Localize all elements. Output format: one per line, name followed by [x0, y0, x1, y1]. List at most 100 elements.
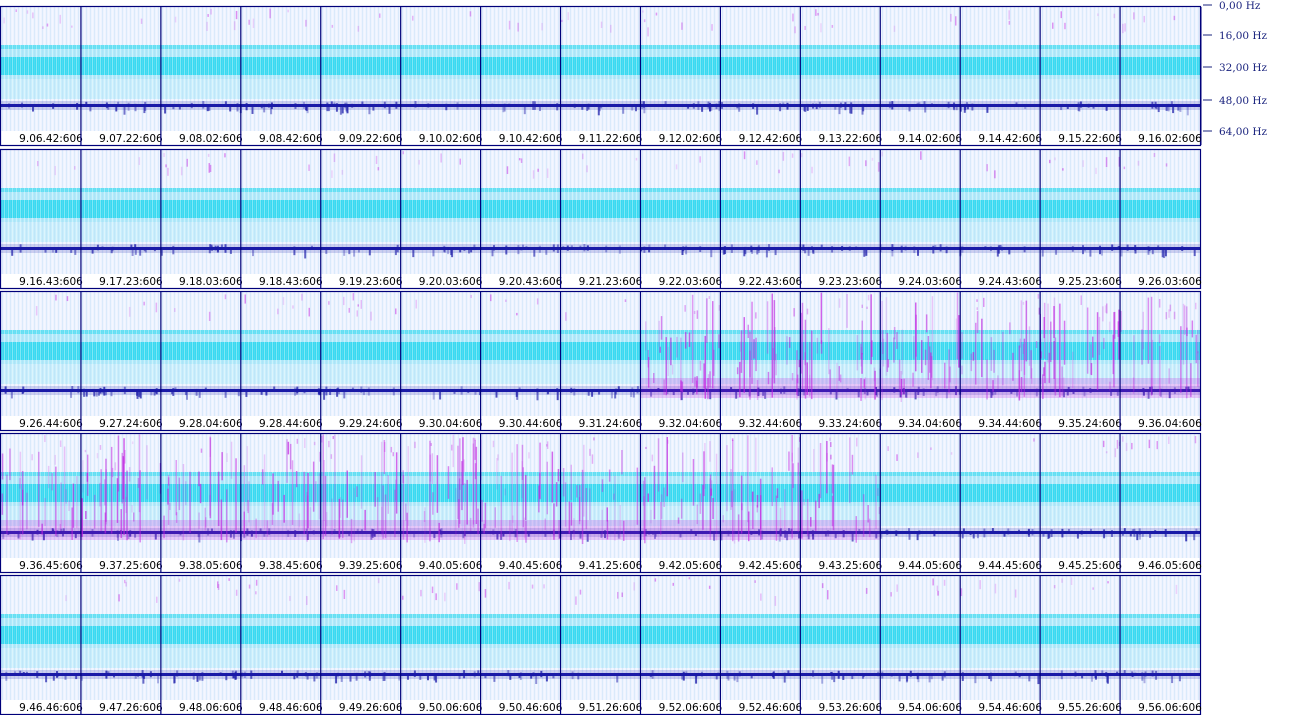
noise-speckle	[474, 438, 476, 441]
noise-speckle	[821, 674, 824, 684]
noise-speckle	[546, 444, 548, 447]
noise-speckle	[1111, 530, 1113, 538]
noise-speckle	[979, 580, 981, 590]
burst-mark	[867, 505, 869, 523]
burst-mark	[221, 452, 223, 481]
time-label: 9.23.23:606	[818, 276, 882, 288]
noise-speckle	[118, 594, 120, 602]
noise-speckle	[1165, 105, 1168, 111]
burst-mark	[466, 479, 468, 525]
noise-speckle	[1023, 246, 1026, 253]
time-label: 9.52.46:606	[739, 702, 803, 714]
noise-speckle	[621, 592, 623, 598]
noise-speckle	[583, 244, 586, 252]
noise-speckle	[502, 106, 505, 113]
noise-speckle	[916, 531, 919, 541]
noise-speckle	[893, 25, 896, 32]
burst-mark	[831, 464, 834, 494]
noise-speckle	[370, 311, 372, 321]
noise-speckle	[241, 672, 244, 678]
noise-speckle	[75, 673, 78, 680]
burst-mark	[198, 471, 200, 487]
burst-mark	[771, 467, 773, 507]
noise-speckle	[208, 311, 211, 321]
burst-mark	[461, 461, 463, 511]
noise-speckle	[923, 101, 926, 105]
noise-speckle	[556, 391, 559, 401]
time-label: 9.27.24:606	[99, 418, 163, 430]
burst-mark	[820, 292, 823, 344]
time-label: 9.46.46:606	[19, 702, 83, 714]
time-label: 9.16.02:606	[1138, 133, 1202, 145]
burst-mark	[749, 350, 751, 378]
noise-speckle	[508, 103, 511, 108]
burst-mark	[706, 298, 708, 343]
time-label: 9.35.24:606	[1058, 418, 1122, 430]
noise-speckle	[136, 389, 138, 396]
noise-speckle	[224, 294, 227, 300]
noise-speckle	[1113, 13, 1116, 19]
noise-speckle	[37, 161, 39, 167]
noise-speckle	[961, 531, 964, 539]
noise-speckle	[516, 312, 518, 316]
noise-speckle	[32, 12, 34, 19]
noise-speckle	[818, 101, 821, 109]
noise-speckle	[1131, 672, 1134, 678]
noise-speckle	[235, 589, 238, 596]
time-label: 9.08.42:606	[259, 133, 323, 145]
burst-mark	[981, 318, 983, 378]
noise-speckle	[600, 105, 603, 109]
burst-mark	[766, 301, 769, 354]
noise-speckle	[695, 675, 698, 684]
noise-speckle	[198, 673, 201, 681]
noise-speckle	[134, 675, 137, 679]
noise-speckle	[586, 165, 588, 173]
burst-mark	[1, 453, 4, 480]
noise-speckle	[306, 105, 309, 114]
frequency-tick-label: 48,00 Hz	[1219, 95, 1268, 107]
noise-speckle	[263, 103, 266, 113]
burst-mark	[682, 452, 684, 483]
noise-speckle	[392, 452, 394, 457]
time-label: 9.12.02:606	[659, 133, 723, 145]
burst-mark	[804, 352, 806, 366]
noise-speckle	[351, 387, 354, 392]
noise-speckle	[45, 673, 48, 683]
noise-speckle	[871, 157, 874, 161]
burst-mark	[47, 465, 50, 489]
burst-mark	[1043, 317, 1045, 339]
noise-speckle	[589, 448, 591, 456]
noise-speckle	[343, 390, 346, 399]
burst-band	[80, 520, 161, 540]
noise-speckle	[1103, 529, 1106, 539]
noise-speckle	[435, 593, 437, 601]
noise-speckle	[687, 105, 690, 109]
noise-speckle	[1193, 532, 1196, 541]
noise-speckle	[198, 391, 201, 398]
noise-speckle	[308, 307, 310, 317]
noise-speckle	[636, 386, 639, 390]
noise-speckle	[509, 675, 512, 680]
noise-speckle	[622, 105, 625, 114]
noise-speckle	[895, 530, 898, 536]
burst-mark	[1182, 303, 1185, 365]
burst-mark	[726, 445, 728, 512]
noise-speckle	[490, 294, 492, 302]
time-label: 9.12.42:606	[739, 133, 803, 145]
noise-speckle	[943, 671, 946, 678]
noise-speckle	[1091, 674, 1093, 682]
noise-speckle	[736, 105, 739, 109]
noise-speckle	[1111, 244, 1114, 251]
noise-speckle	[1033, 438, 1035, 442]
noise-speckle	[184, 389, 187, 396]
spectrogram-row: 9.46.46:606 9.47.26:606 9.48.06:606 9.48.46…	[0, 574, 1202, 715]
noise-speckle	[566, 245, 569, 251]
noise-speckle	[150, 391, 153, 396]
burst-mark	[670, 337, 672, 366]
noise-speckle	[1042, 531, 1045, 537]
time-label: 9.16.43:606	[19, 276, 83, 288]
noise-speckle	[827, 590, 829, 600]
noise-speckle	[173, 674, 176, 683]
noise-speckle	[110, 391, 113, 397]
noise-speckle	[418, 159, 420, 165]
